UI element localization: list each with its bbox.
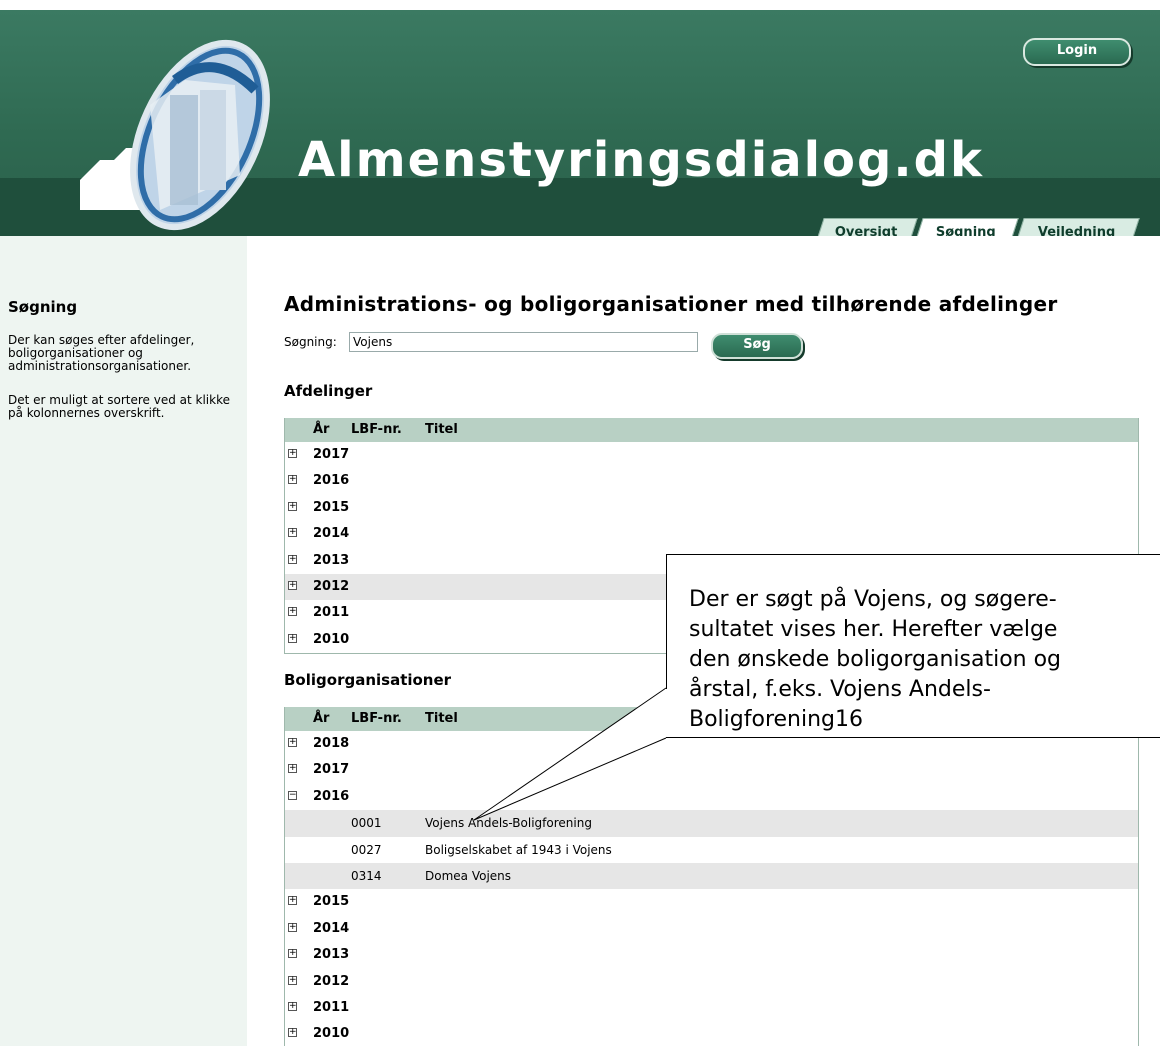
- expand-icon[interactable]: +: [288, 475, 297, 485]
- login-button[interactable]: Login: [1023, 38, 1131, 66]
- table-header: År LBF-nr. Titel: [285, 418, 1138, 442]
- site-header: Almenstyringsdialog.dk Login Oversigt Sø…: [0, 10, 1160, 236]
- year-label: 2015: [313, 499, 350, 515]
- lbf-number: 0001: [351, 816, 382, 831]
- expand-icon[interactable]: +: [288, 607, 297, 617]
- year-label: 2011: [313, 605, 350, 621]
- organisation-row[interactable]: 0314 Domea Vojens: [285, 862, 1138, 890]
- collapse-icon[interactable]: −: [288, 790, 297, 800]
- callout-box: Der er søgt på Vojens, og søgere- sultat…: [666, 554, 1160, 738]
- year-row[interactable]: +2011: [285, 995, 1138, 1021]
- expand-icon[interactable]: +: [288, 764, 297, 774]
- year-label: 2014: [313, 526, 350, 542]
- year-label: 2013: [313, 947, 350, 963]
- lbf-number: 0314: [351, 868, 382, 883]
- expand-icon[interactable]: +: [288, 633, 297, 643]
- year-label: 2012: [313, 973, 350, 989]
- year-row[interactable]: +2014: [285, 521, 1138, 547]
- year-label: 2016: [313, 473, 350, 489]
- year-label: 2010: [313, 631, 350, 647]
- year-label: 2012: [313, 578, 350, 594]
- year-label: 2017: [313, 762, 350, 778]
- organisation-title-link[interactable]: Vojens Andels-Boligforening: [425, 816, 592, 830]
- organisation-title-link[interactable]: Domea Vojens: [425, 869, 511, 883]
- year-label: 2011: [313, 999, 350, 1015]
- column-title[interactable]: Titel: [425, 711, 458, 726]
- year-label: 2016: [313, 788, 350, 804]
- year-label: 2013: [313, 552, 350, 568]
- sidebar-sort-text: Det er muligt at sortere ved at klikke p…: [8, 393, 230, 420]
- search-button[interactable]: Søg: [711, 333, 803, 359]
- year-row[interactable]: +2017: [285, 757, 1138, 783]
- year-row[interactable]: +2015: [285, 889, 1138, 915]
- lbf-number: 0027: [351, 842, 382, 857]
- site-brand: Almenstyringsdialog.dk: [298, 132, 984, 188]
- sidebar-title: Søgning: [8, 298, 78, 316]
- expand-icon[interactable]: +: [288, 949, 297, 959]
- sidebar-help-text: Der kan søges efter afdelinger, boligorg…: [8, 333, 195, 373]
- boligorganisationer-table: År LBF-nr. Titel +2018 +2017 − 2016 0001 Voje…: [284, 707, 1139, 1046]
- year-label: 2018: [313, 736, 350, 751]
- year-row[interactable]: +2013: [285, 942, 1138, 968]
- column-title[interactable]: Titel: [425, 422, 458, 437]
- page-title: Administrations- og boligorganisationer …: [284, 292, 1058, 316]
- organisation-row[interactable]: 0001 Vojens Andels-Boligforening: [285, 810, 1138, 837]
- expand-icon[interactable]: +: [288, 975, 297, 985]
- tab-vejledning[interactable]: Vejledning: [1014, 218, 1140, 236]
- organisation-title-link[interactable]: Boligselskabet af 1943 i Vojens: [425, 843, 612, 857]
- tab-sogning[interactable]: Søgning: [913, 218, 1019, 236]
- expand-icon[interactable]: +: [288, 1001, 297, 1011]
- boligorganisationer-title: Boligorganisationer: [284, 671, 452, 689]
- year-row[interactable]: +2014: [285, 916, 1138, 942]
- expand-icon[interactable]: +: [288, 922, 297, 932]
- column-lbf[interactable]: LBF-nr.: [351, 711, 402, 726]
- year-label: 2010: [313, 1026, 350, 1042]
- expand-icon[interactable]: +: [288, 528, 297, 538]
- tab-oversigt[interactable]: Oversigt: [814, 218, 918, 236]
- search-label: Søgning:: [284, 335, 337, 349]
- expand-icon[interactable]: +: [288, 449, 297, 458]
- expand-icon[interactable]: +: [288, 501, 297, 511]
- callout-text: Der er søgt på Vojens, og søgere- sultat…: [689, 587, 1062, 732]
- year-row[interactable]: +2016: [285, 468, 1138, 494]
- afdelinger-title: Afdelinger: [284, 382, 373, 400]
- column-year[interactable]: År: [313, 422, 329, 437]
- expand-icon[interactable]: +: [288, 1028, 297, 1038]
- column-lbf[interactable]: LBF-nr.: [351, 422, 402, 437]
- year-row[interactable]: +2010: [285, 1021, 1138, 1047]
- year-label: 2017: [313, 447, 350, 462]
- year-row[interactable]: +2012: [285, 969, 1138, 995]
- expand-icon[interactable]: +: [288, 738, 297, 747]
- organisation-row[interactable]: 0027 Boligselskabet af 1943 i Vojens: [285, 837, 1138, 863]
- column-year[interactable]: År: [313, 711, 329, 726]
- expand-icon[interactable]: +: [288, 896, 297, 906]
- expand-icon[interactable]: +: [288, 580, 297, 590]
- year-row[interactable]: +2015: [285, 495, 1138, 521]
- sidebar: Søgning Der kan søges efter afdelinger, …: [0, 236, 247, 1046]
- search-input[interactable]: Vojens: [349, 332, 698, 352]
- year-row[interactable]: +2017: [285, 442, 1138, 468]
- year-label: 2014: [313, 920, 350, 936]
- year-row[interactable]: − 2016: [285, 784, 1138, 810]
- logo-icon: [80, 39, 270, 231]
- expand-icon[interactable]: +: [288, 554, 297, 564]
- year-label: 2015: [313, 894, 350, 910]
